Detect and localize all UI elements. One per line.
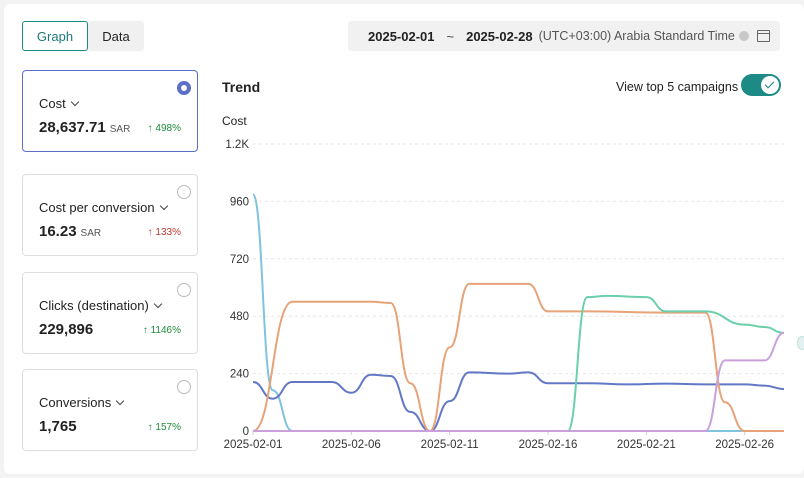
x-tick-label: 2025-02-11 [421,439,479,451]
metric-title: Cost [39,96,79,111]
top-campaigns-toggle[interactable] [741,74,781,96]
metric-change: ↑ 1146% [142,325,181,336]
metric-card-cost[interactable]: Cost 28,637.71 SAR ↑ 498% [22,70,198,152]
trend-chart: 0 240 480 720 960 1.2K 2025-02-01 2025-02-06 202… [224,139,785,451]
x-tick-label: 2025-02-26 [715,439,774,451]
metric-card-clicks[interactable]: Clicks (destination) 229,896 ↑ 1146% [22,272,198,354]
y-tick-label: 480 [230,311,249,323]
x-tick-label: 2025-02-01 [224,439,283,451]
chevron-down-icon[interactable] [159,201,168,211]
metric-title: Cost per conversion [39,200,168,215]
metric-radio[interactable] [177,283,191,297]
metric-change: ↑ 498% [147,123,181,134]
y-tick-label: 720 [230,254,249,266]
chevron-down-icon[interactable] [153,299,163,309]
metric-title: Conversions [39,395,125,410]
metric-value: 229,896 [39,321,94,338]
x-tick-label: 2025-02-06 [322,439,381,451]
metric-title: Clicks (destination) [39,298,163,313]
y-tick-label: 960 [230,196,249,208]
timezone-label: (UTC+03:00) Arabia Standard Time [538,29,735,43]
tab-data[interactable]: Data [88,21,144,51]
chevron-down-icon[interactable] [116,396,125,406]
metric-radio[interactable] [177,380,191,394]
start-date: 2025-02-01 [368,28,435,44]
check-icon [761,76,779,94]
metric-card-conversions[interactable]: Conversions 1,765 ↑ 157% [22,369,198,451]
metric-unit: SAR [109,124,131,135]
tab-graph[interactable]: Graph [22,21,88,51]
chevron-down-icon[interactable] [70,97,79,107]
metric-value: 28,637.71 SAR [39,119,131,136]
x-tick-label: 2025-02-16 [519,439,578,451]
performance-panel: Graph Data 2025-02-01 ~ 2025-02-28 (UTC+… [4,4,804,474]
metric-card-cost-per-conversion[interactable]: Cost per conversion 16.23 SAR ↑ 133% [22,174,198,256]
series-line-2 [252,371,785,432]
series-line-3 [252,282,784,432]
x-tick-label: 2025-02-21 [617,439,676,451]
metric-radio[interactable] [177,185,191,199]
metric-change: ↑ 157% [147,422,181,433]
metric-value: 16.23 SAR [39,223,102,240]
y-tick-label: 1.2K [225,139,249,151]
end-date: 2025-02-28 [466,28,533,44]
trend-title: Trend [222,79,261,95]
metric-change: ↑ 133% [147,227,181,238]
scroll-handle[interactable] [797,336,804,350]
view-switch: Graph Data [22,21,144,51]
metric-value: 1,765 [39,418,77,435]
top-campaigns-label: View top 5 campaigns [616,80,739,94]
y-tick-label: 240 [230,369,249,381]
date-range-picker[interactable]: 2025-02-01 ~ 2025-02-28 (UTC+03:00) Arab… [348,21,780,51]
metric-radio-selected[interactable] [177,81,191,95]
y-tick-label: 0 [243,426,249,438]
date-separator: ~ [446,28,455,44]
metric-unit: SAR [80,228,102,239]
y-axis-title: Cost [222,114,247,128]
calendar-icon[interactable] [756,30,770,42]
info-icon[interactable] [738,31,749,41]
